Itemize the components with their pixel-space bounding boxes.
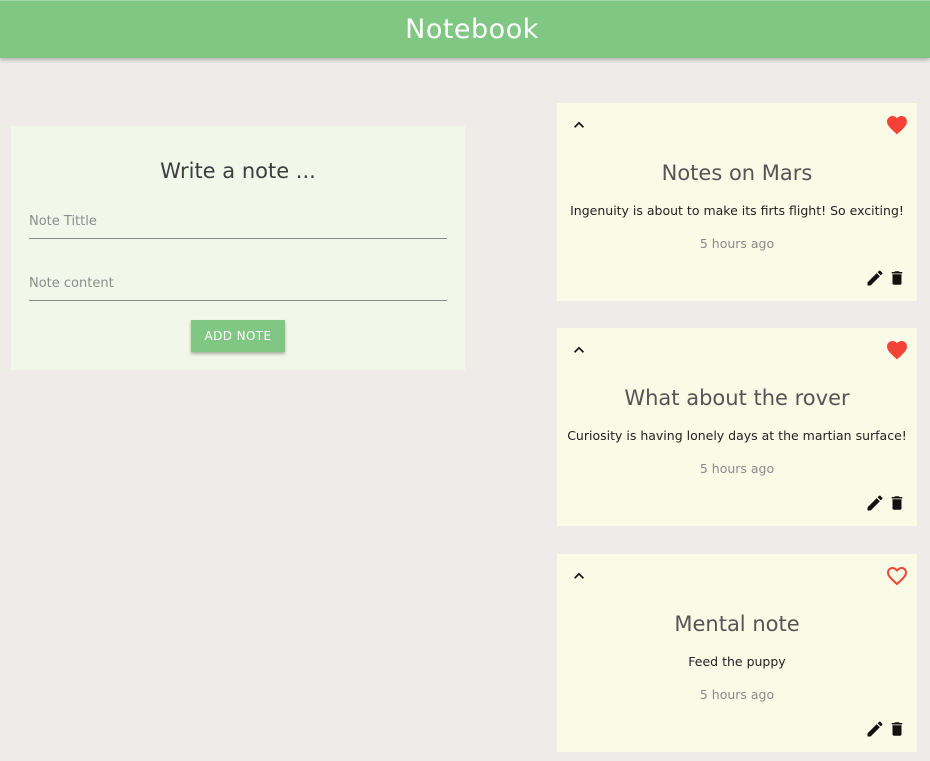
note-content: Feed the puppy: [688, 654, 786, 669]
note-title: Mental note: [674, 612, 800, 636]
pencil-icon[interactable]: [865, 719, 885, 739]
note-timestamp: 5 hours ago: [699, 236, 775, 251]
trash-icon[interactable]: [888, 719, 906, 739]
note-card: What about the rover Curiosity is having…: [557, 328, 917, 526]
note-content: Curiosity is having lonely days at the m…: [567, 428, 907, 443]
form-heading: Write a note ...: [160, 159, 316, 183]
pencil-icon[interactable]: [865, 268, 885, 288]
app-title: Notebook: [405, 14, 539, 45]
note-title: What about the rover: [624, 386, 850, 410]
trash-icon[interactable]: [888, 268, 906, 288]
note-timestamp: 5 hours ago: [699, 687, 775, 702]
note-content: Ingenuity is about to make its firts fli…: [570, 203, 904, 218]
add-note-button[interactable]: ADD NOTE: [191, 320, 285, 352]
note-timestamp: 5 hours ago: [699, 461, 775, 476]
pencil-icon[interactable]: [865, 493, 885, 513]
heart-filled-icon[interactable]: [885, 113, 909, 137]
note-title: Notes on Mars: [661, 161, 813, 185]
note-card: Mental note Feed the puppy 5 hours ago: [557, 554, 917, 752]
note-card: Notes on Mars Ingenuity is about to make…: [557, 103, 917, 301]
chevron-up-icon[interactable]: [569, 115, 589, 135]
note-form: Write a note ... ADD NOTE: [11, 126, 465, 370]
chevron-up-icon[interactable]: [569, 566, 589, 586]
chevron-up-icon[interactable]: [569, 340, 589, 360]
note-title-field: [29, 210, 447, 239]
trash-icon[interactable]: [888, 493, 906, 513]
note-content-input[interactable]: [29, 276, 447, 300]
app-header: Notebook: [0, 0, 930, 58]
heart-outline-icon[interactable]: [885, 564, 909, 588]
note-content-field: [29, 272, 447, 301]
note-title-input[interactable]: [29, 214, 447, 238]
heart-filled-icon[interactable]: [885, 338, 909, 362]
